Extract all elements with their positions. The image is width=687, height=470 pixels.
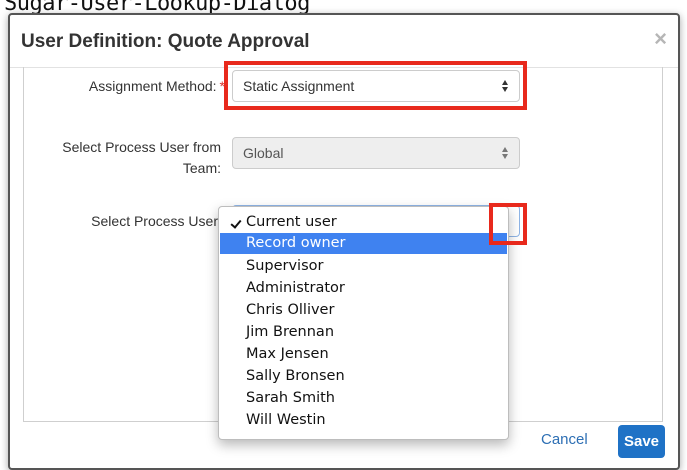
option-will-westin[interactable]: Will Westin <box>220 410 507 431</box>
option-supervisor[interactable]: Supervisor <box>220 256 507 277</box>
option-label: Record owner <box>246 235 346 251</box>
team-label-line1: Select Process User from <box>62 139 221 155</box>
option-label: Max Jensen <box>246 346 329 362</box>
process-user-label: Select Process User <box>91 213 218 229</box>
option-label: Administrator <box>246 280 345 296</box>
select-arrows-icon <box>502 146 509 160</box>
option-label: Will Westin <box>246 412 326 428</box>
cancel-button[interactable]: Cancel <box>541 431 588 448</box>
assignment-method-highlight <box>224 61 527 110</box>
option-label: Supervisor <box>246 258 324 274</box>
team-label: Select Process User from Team: <box>30 137 221 179</box>
assignment-method-label-text: Assignment Method: <box>88 78 217 94</box>
option-label: Jim Brennan <box>246 324 335 340</box>
option-administrator[interactable]: Administrator <box>220 278 507 299</box>
option-max-jensen[interactable]: Max Jensen <box>220 344 507 365</box>
process-user-dropdown[interactable]: Current user Record owner Supervisor Adm… <box>218 206 509 440</box>
assignment-method-label: Assignment Method: * <box>40 78 225 94</box>
team-label-line2: Team: <box>182 160 221 176</box>
option-current-user[interactable]: Current user <box>220 212 507 233</box>
dialog-title: User Definition: Quote Approval <box>21 31 310 52</box>
team-select[interactable]: Global <box>232 137 520 169</box>
team-value: Global <box>243 145 284 161</box>
option-label: Chris Olliver <box>246 302 335 318</box>
option-record-owner[interactable]: Record owner <box>220 233 507 254</box>
option-label: Sarah Smith <box>246 390 335 406</box>
close-icon[interactable]: × <box>654 28 667 50</box>
checkmark-icon <box>231 212 245 233</box>
option-label: Sally Bronsen <box>246 368 345 384</box>
arrow-highlight <box>489 203 527 245</box>
option-sarah-smith[interactable]: Sarah Smith <box>220 388 507 409</box>
option-label: Current user <box>246 214 337 230</box>
option-jim-brennan[interactable]: Jim Brennan <box>220 322 507 343</box>
save-button[interactable]: Save <box>618 425 665 458</box>
option-chris-olliver[interactable]: Chris Olliver <box>220 300 507 321</box>
option-sally-bronsen[interactable]: Sally Bronsen <box>220 366 507 387</box>
